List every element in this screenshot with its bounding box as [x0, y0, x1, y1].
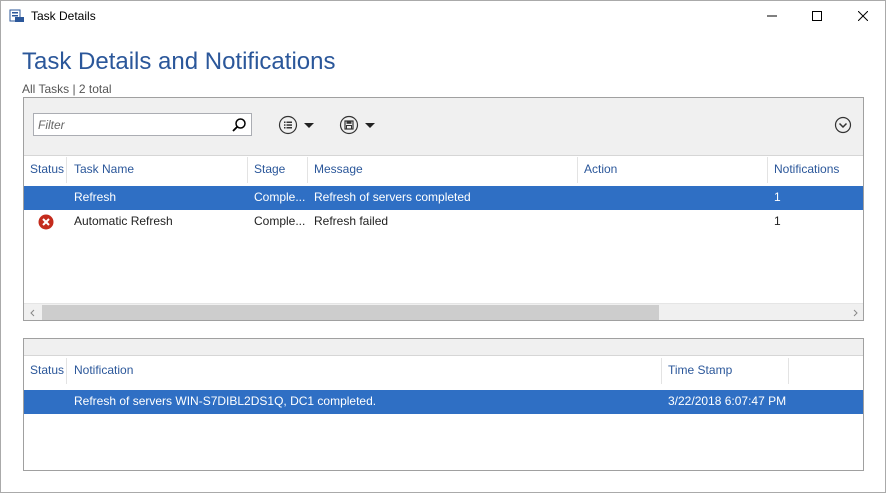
column-header-time-stamp[interactable]: Time Stamp	[662, 358, 789, 384]
task-details-window: Task Details Task Details and Notificati…	[0, 0, 886, 493]
task-app-icon	[9, 9, 24, 22]
table-row[interactable]: Refresh Comple... Refresh of servers com…	[24, 186, 863, 210]
column-header-status[interactable]: Status	[24, 358, 67, 384]
close-icon	[857, 11, 868, 21]
cell-notifications: 1	[774, 190, 781, 204]
chevron-down-icon	[365, 123, 375, 128]
tasks-panel: Status Task Name Stage Message Action No…	[23, 97, 864, 321]
tasks-toolbar	[24, 98, 863, 156]
cell-notifications: 1	[774, 214, 781, 228]
cell-message: Refresh of servers completed	[314, 190, 471, 204]
cell-notification: Refresh of servers WIN-S7DIBL2DS1Q, DC1 …	[74, 394, 377, 408]
chevron-down-icon	[304, 123, 314, 128]
column-header-notifications[interactable]: Notifications	[768, 157, 863, 183]
chevron-right-icon	[853, 309, 858, 316]
column-header-status[interactable]: Status	[24, 157, 67, 183]
window-title: Task Details	[31, 9, 96, 23]
cell-task-name: Refresh	[74, 190, 117, 204]
notifications-panel: Status Notification Time Stamp Refresh o…	[23, 338, 864, 471]
title-bar[interactable]: Task Details	[1, 1, 885, 31]
expand-circle-icon[interactable]	[834, 116, 852, 134]
tasks-grid-header: Status Task Name Stage Message Action No…	[24, 157, 863, 183]
maximize-icon	[811, 11, 822, 21]
filter-box	[33, 113, 252, 136]
save-dropdown-button[interactable]	[339, 114, 377, 136]
minimize-button[interactable]	[749, 1, 794, 31]
table-row[interactable]: Automatic Refresh Comple... Refresh fail…	[24, 210, 863, 234]
column-header-notification[interactable]: Notification	[68, 358, 662, 384]
cell-message: Refresh failed	[314, 214, 389, 228]
cell-time-stamp: 3/22/2018 6:07:47 PM	[668, 394, 787, 408]
notifications-grid-header: Status Notification Time Stamp	[24, 358, 863, 384]
maximize-button[interactable]	[794, 1, 839, 31]
list-view-dropdown-button[interactable]	[278, 114, 316, 136]
list-view-icon	[278, 115, 298, 135]
horizontal-scrollbar[interactable]	[24, 303, 863, 320]
cell-stage: Comple...	[254, 190, 306, 204]
cell-stage: Comple...	[254, 214, 306, 228]
task-count-subtitle: All Tasks | 2 total	[22, 82, 112, 96]
chevron-left-icon	[29, 309, 34, 316]
scroll-right-button[interactable]	[846, 304, 863, 321]
column-header-stage[interactable]: Stage	[248, 157, 308, 183]
filter-input[interactable]	[34, 114, 230, 135]
column-header-action[interactable]: Action	[578, 157, 768, 183]
column-header-message[interactable]: Message	[308, 157, 578, 183]
scroll-left-button[interactable]	[24, 304, 41, 321]
search-icon[interactable]	[231, 117, 247, 133]
table-row[interactable]: Refresh of servers WIN-S7DIBL2DS1Q, DC1 …	[24, 390, 863, 414]
notifications-panel-strip	[24, 339, 863, 356]
minimize-icon	[766, 15, 777, 17]
cell-task-name: Automatic Refresh	[74, 214, 173, 228]
close-button[interactable]	[840, 1, 885, 31]
save-icon	[339, 115, 359, 135]
column-header-task-name[interactable]: Task Name	[68, 157, 248, 183]
page-title: Task Details and Notifications	[22, 48, 336, 75]
error-icon	[38, 214, 54, 230]
scrollbar-thumb[interactable]	[42, 305, 659, 320]
